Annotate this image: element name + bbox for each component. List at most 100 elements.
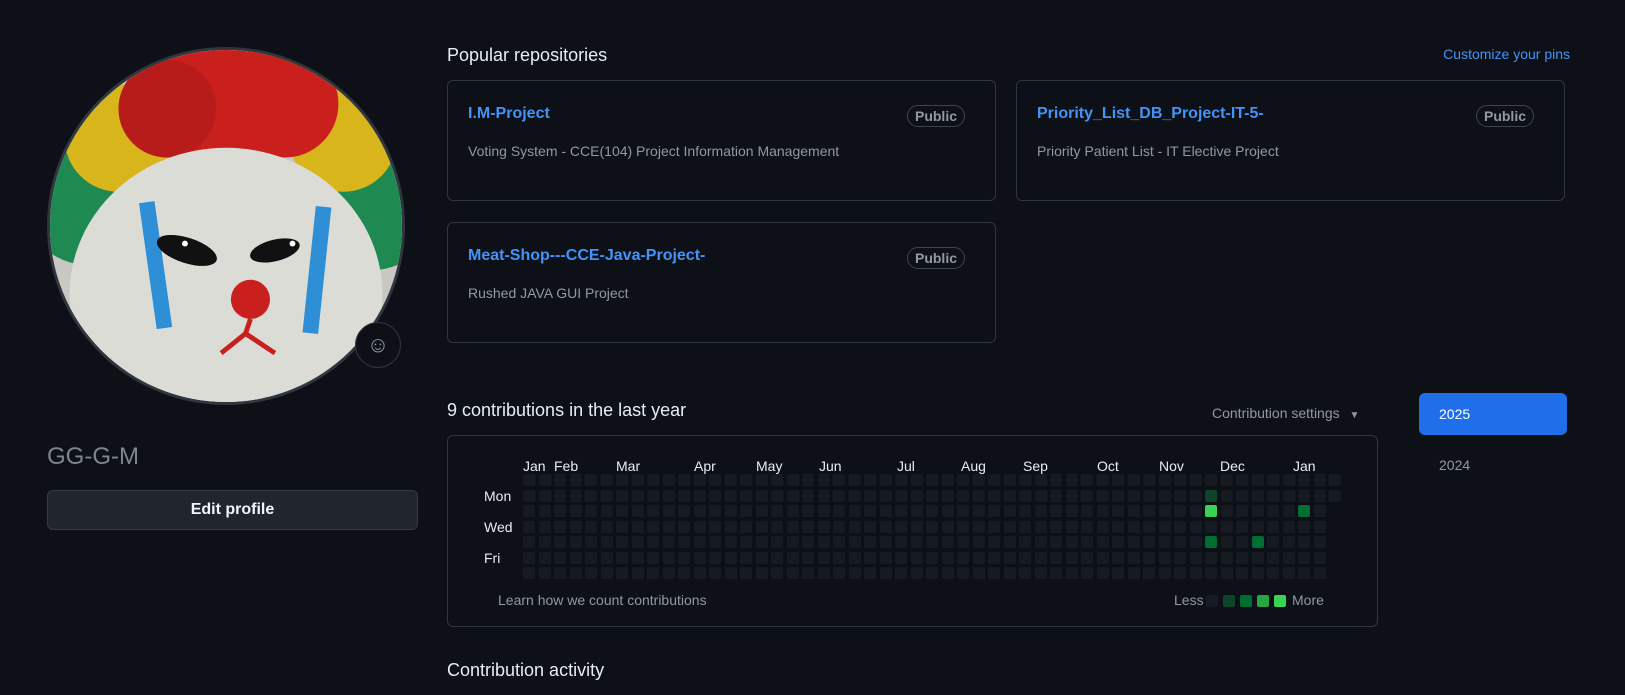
contribution-day-cell[interactable] bbox=[864, 536, 876, 548]
contribution-day-cell[interactable] bbox=[1236, 551, 1248, 564]
contribution-day-cell[interactable] bbox=[1003, 505, 1016, 517]
contribution-day-cell[interactable] bbox=[693, 505, 706, 517]
contribution-day-cell[interactable] bbox=[616, 505, 628, 517]
contribution-day-cell[interactable] bbox=[1003, 567, 1016, 579]
contribution-day-cell[interactable] bbox=[895, 536, 907, 548]
contribution-day-cell[interactable] bbox=[879, 536, 892, 548]
contribution-day-cell[interactable] bbox=[1127, 551, 1140, 564]
contribution-day-cell[interactable] bbox=[523, 520, 535, 533]
contribution-day-cell[interactable] bbox=[585, 536, 597, 548]
contribution-day-cell[interactable] bbox=[631, 567, 644, 579]
contribution-day-cell[interactable] bbox=[647, 520, 659, 533]
contribution-day-cell[interactable] bbox=[1158, 489, 1171, 502]
contribution-day-cell[interactable] bbox=[1282, 520, 1295, 533]
contribution-day-cell[interactable] bbox=[833, 489, 845, 502]
contribution-day-cell[interactable] bbox=[693, 551, 706, 564]
contribution-day-cell[interactable] bbox=[538, 505, 551, 517]
contribution-day-cell[interactable] bbox=[616, 489, 628, 502]
contribution-day-cell[interactable] bbox=[523, 489, 535, 502]
contribution-day-cell[interactable] bbox=[1158, 505, 1171, 517]
contribution-day-cell[interactable] bbox=[1205, 520, 1217, 533]
contribution-day-cell[interactable] bbox=[771, 505, 783, 517]
contribution-day-cell[interactable] bbox=[1127, 489, 1140, 502]
contribution-day-cell[interactable] bbox=[1050, 520, 1062, 533]
contribution-day-cell[interactable] bbox=[709, 567, 721, 579]
contribution-day-cell[interactable] bbox=[957, 551, 969, 564]
contribution-day-cell[interactable] bbox=[988, 505, 1000, 517]
contribution-day-cell[interactable] bbox=[1298, 536, 1310, 548]
contribution-day-cell[interactable] bbox=[631, 520, 644, 533]
contribution-day-cell[interactable] bbox=[569, 551, 582, 564]
contribution-day-cell[interactable] bbox=[1267, 567, 1279, 579]
contribution-day-cell[interactable] bbox=[1236, 474, 1248, 486]
contribution-day-cell[interactable] bbox=[538, 520, 551, 533]
contribution-day-cell[interactable] bbox=[1096, 520, 1109, 533]
contribution-day-cell[interactable] bbox=[709, 489, 721, 502]
contribution-day-cell[interactable] bbox=[724, 505, 737, 517]
contribution-day-cell[interactable] bbox=[926, 536, 938, 548]
contribution-day-cell[interactable] bbox=[554, 505, 566, 517]
contribution-day-cell[interactable] bbox=[631, 474, 644, 486]
contribution-day-cell[interactable] bbox=[1096, 567, 1109, 579]
contribution-day-cell[interactable] bbox=[523, 567, 535, 579]
contribution-day-cell[interactable] bbox=[802, 536, 814, 548]
contribution-day-cell[interactable] bbox=[1220, 536, 1233, 548]
contribution-day-cell[interactable] bbox=[817, 520, 830, 533]
contribution-day-cell[interactable] bbox=[1081, 489, 1093, 502]
contribution-day-cell[interactable] bbox=[616, 474, 628, 486]
contribution-day-cell[interactable] bbox=[1127, 567, 1140, 579]
contribution-day-cell[interactable] bbox=[879, 520, 892, 533]
contribution-day-cell[interactable] bbox=[802, 489, 814, 502]
contribution-day-cell[interactable] bbox=[771, 567, 783, 579]
contribution-day-cell[interactable] bbox=[1034, 474, 1047, 486]
contribution-day-cell[interactable] bbox=[848, 489, 861, 502]
contribution-day-cell[interactable] bbox=[957, 536, 969, 548]
contribution-day-cell[interactable] bbox=[941, 567, 954, 579]
contribution-day-cell[interactable] bbox=[926, 474, 938, 486]
contribution-day-cell[interactable] bbox=[1096, 551, 1109, 564]
contribution-day-cell[interactable] bbox=[910, 474, 923, 486]
contribution-day-cell[interactable] bbox=[693, 489, 706, 502]
contribution-day-cell[interactable] bbox=[740, 551, 752, 564]
contribution-day-cell[interactable] bbox=[910, 551, 923, 564]
contribution-day-cell[interactable] bbox=[817, 489, 830, 502]
contribution-day-cell[interactable] bbox=[724, 567, 737, 579]
contribution-day-cell[interactable] bbox=[740, 520, 752, 533]
contribution-day-cell[interactable] bbox=[1127, 536, 1140, 548]
contribution-day-cell[interactable] bbox=[600, 567, 613, 579]
contribution-day-cell[interactable] bbox=[926, 520, 938, 533]
contribution-day-cell[interactable] bbox=[1065, 520, 1078, 533]
contribution-day-cell[interactable] bbox=[616, 536, 628, 548]
contribution-day-cell[interactable] bbox=[1267, 505, 1279, 517]
contribution-day-cell[interactable] bbox=[988, 474, 1000, 486]
contribution-day-cell[interactable] bbox=[1050, 551, 1062, 564]
contribution-day-cell[interactable] bbox=[1112, 474, 1124, 486]
contribution-day-cell[interactable] bbox=[600, 536, 613, 548]
contribution-day-cell[interactable] bbox=[848, 505, 861, 517]
contribution-day-cell[interactable] bbox=[972, 474, 985, 486]
contribution-day-cell[interactable] bbox=[1251, 567, 1264, 579]
contribution-day-cell[interactable] bbox=[740, 505, 752, 517]
contribution-day-cell[interactable] bbox=[1019, 505, 1031, 517]
contribution-day-cell[interactable] bbox=[693, 536, 706, 548]
contribution-settings-dropdown[interactable]: Contribution settings ▼ bbox=[1212, 405, 1359, 421]
contribution-day-cell[interactable] bbox=[1205, 474, 1217, 486]
contribution-day-cell[interactable] bbox=[926, 551, 938, 564]
contribution-day-cell[interactable] bbox=[1298, 520, 1310, 533]
contribution-day-cell[interactable] bbox=[833, 474, 845, 486]
contribution-day-cell[interactable] bbox=[1174, 505, 1186, 517]
contribution-day-cell[interactable] bbox=[678, 474, 690, 486]
contribution-day-cell[interactable] bbox=[864, 505, 876, 517]
contribution-day-cell[interactable] bbox=[662, 520, 675, 533]
contribution-day-cell[interactable] bbox=[554, 551, 566, 564]
contribution-day-cell[interactable] bbox=[771, 474, 783, 486]
contribution-day-cell[interactable] bbox=[957, 520, 969, 533]
contribution-day-cell[interactable] bbox=[755, 505, 768, 517]
contribution-day-cell[interactable] bbox=[972, 551, 985, 564]
contribution-day-cell[interactable] bbox=[569, 505, 582, 517]
contribution-day-cell[interactable] bbox=[755, 567, 768, 579]
contribution-day-cell[interactable] bbox=[1236, 520, 1248, 533]
edit-profile-button[interactable]: Edit profile bbox=[47, 490, 418, 530]
contribution-day-cell[interactable] bbox=[1065, 551, 1078, 564]
contribution-day-cell[interactable] bbox=[1220, 551, 1233, 564]
